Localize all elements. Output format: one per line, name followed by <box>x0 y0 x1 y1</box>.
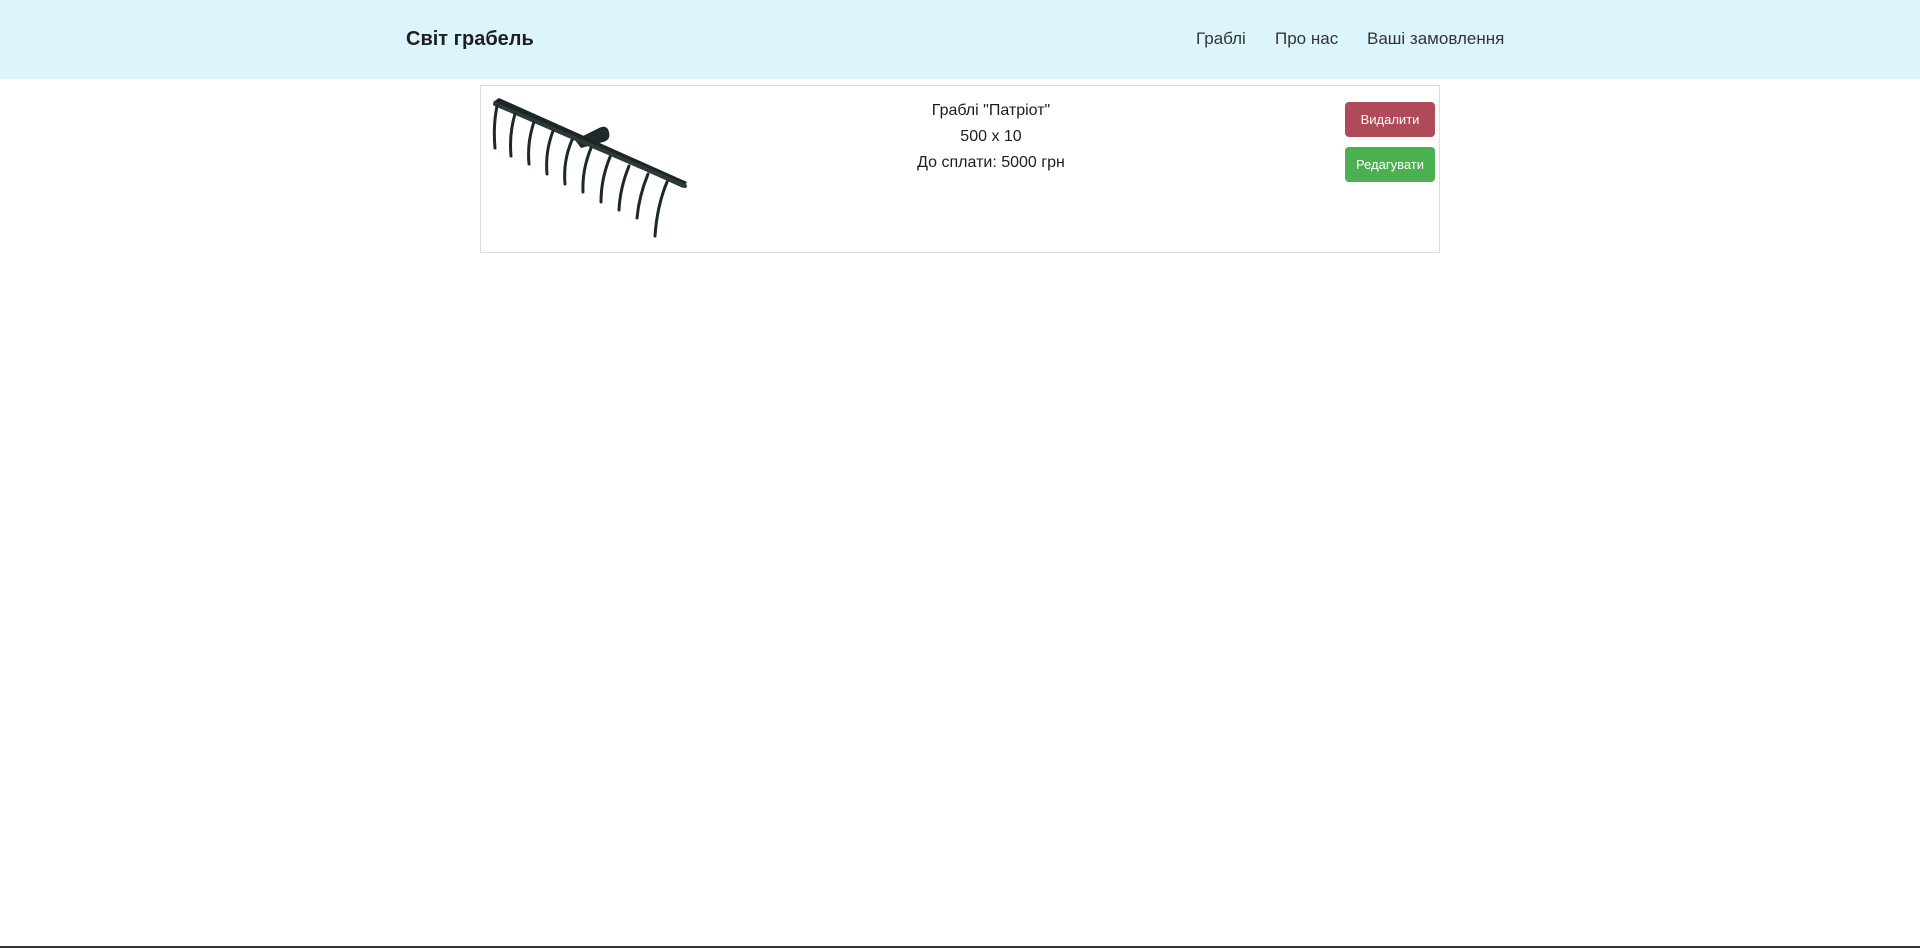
product-dimensions: 500 x 10 <box>960 128 1022 145</box>
rake-icon <box>492 98 687 238</box>
navbar: Світ грабель Граблі Про нас Ваші замовле… <box>0 0 1920 79</box>
price-text: До сплати: 5000 грн <box>917 154 1065 171</box>
nav-link-orders[interactable]: Ваші замовлення <box>1367 28 1504 50</box>
nav-link-rakes[interactable]: Граблі <box>1196 28 1246 50</box>
product-name: Граблі "Патріот" <box>931 102 1051 119</box>
order-info: Граблі "Патріот" 500 x 10 До сплати: 500… <box>781 98 1201 176</box>
nav-links: Граблі Про нас Ваші замовлення <box>0 28 1920 52</box>
delete-button[interactable]: Видалити <box>1345 102 1435 137</box>
rake-image <box>487 96 697 246</box>
edit-button[interactable]: Редагувати <box>1345 147 1435 182</box>
order-card: Граблі "Патріот" 500 x 10 До сплати: 500… <box>480 85 1440 253</box>
nav-link-about[interactable]: Про нас <box>1275 28 1338 50</box>
